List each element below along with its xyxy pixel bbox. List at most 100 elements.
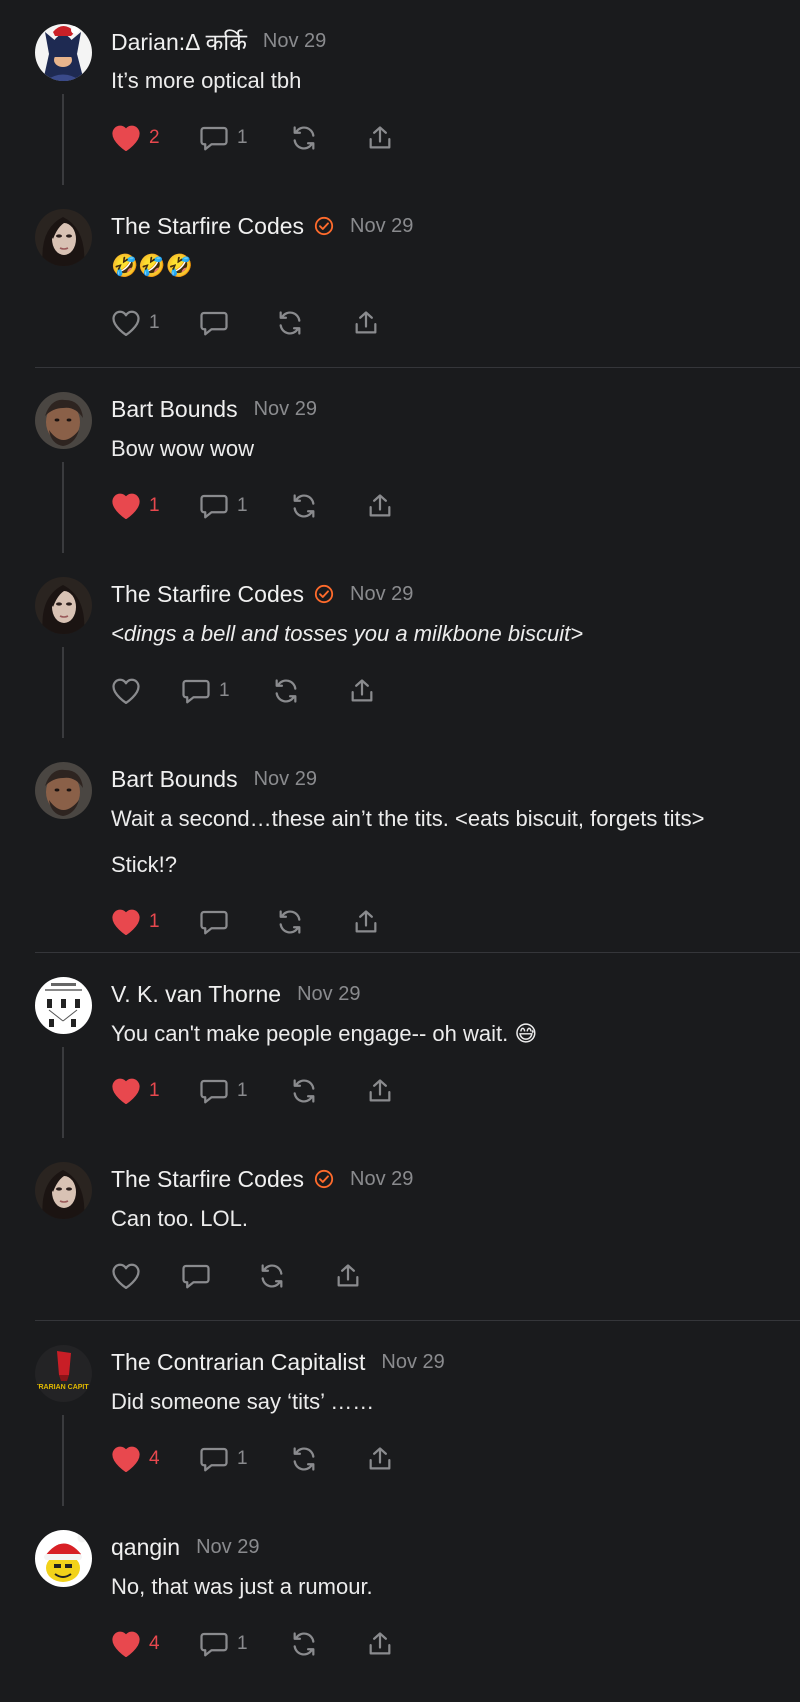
comment-text: Can too. LOL.: [111, 1206, 248, 1231]
restack-button[interactable]: [289, 1077, 365, 1105]
heart-icon: [111, 1630, 141, 1658]
reply-button[interactable]: [199, 908, 275, 936]
like-button[interactable]: [111, 677, 181, 705]
like-button[interactable]: 4: [111, 1445, 199, 1473]
comment-header: V. K. van Thorne Nov 29: [111, 953, 784, 1011]
share-button[interactable]: [351, 309, 381, 337]
share-button[interactable]: [347, 677, 377, 705]
reply-button[interactable]: [199, 309, 275, 337]
verified-badge-icon: [304, 216, 334, 236]
restack-button[interactable]: [257, 1262, 333, 1290]
comment-bubble-icon: [199, 124, 229, 152]
comment: Darian:Δ कर्कि Nov 29 It’s more optical tb…: [0, 0, 800, 185]
like-count: 4: [149, 1448, 160, 1469]
share-button[interactable]: [351, 908, 381, 936]
comment-bubble-icon: [199, 492, 229, 520]
heart-icon: [111, 124, 141, 152]
restack-button[interactable]: [271, 677, 347, 705]
restack-button[interactable]: [289, 492, 365, 520]
contrarian-capitalist-logo-avatar[interactable]: CONTRARIAN CAPITALIST: [35, 1345, 92, 1402]
share-button[interactable]: [365, 492, 395, 520]
comment-date[interactable]: Nov 29: [381, 1351, 444, 1374]
like-button[interactable]: 1: [111, 492, 199, 520]
like-button[interactable]: 4: [111, 1630, 199, 1658]
diagram-avatar[interactable]: [35, 977, 92, 1034]
author-name[interactable]: The Starfire Codes: [111, 213, 304, 240]
author-name[interactable]: V. K. van Thorne: [111, 981, 281, 1008]
comment-text: <dings a bell and tosses you a milkbone …: [111, 621, 584, 646]
like-button[interactable]: 1: [111, 908, 199, 936]
comment-date[interactable]: Nov 29: [350, 215, 413, 238]
comment-bubble-icon: [199, 908, 229, 936]
share-button[interactable]: [365, 1445, 395, 1473]
restack-icon: [289, 124, 319, 152]
restack-button[interactable]: [289, 1630, 365, 1658]
reply-button[interactable]: 1: [199, 492, 289, 520]
caveman-avatar[interactable]: [35, 762, 92, 819]
avatar-logo-text: CONTRARIAN CAPITALIST: [35, 1384, 92, 1391]
reply-button[interactable]: [181, 1262, 257, 1290]
share-button[interactable]: [365, 124, 395, 152]
reply-button[interactable]: 1: [199, 1630, 289, 1658]
santa-hat-face-avatar[interactable]: [35, 1530, 92, 1587]
batman-avatar[interactable]: [35, 24, 92, 81]
reply-button[interactable]: 1: [199, 1445, 289, 1473]
comment-date[interactable]: Nov 29: [350, 583, 413, 606]
heart-icon: [111, 1445, 141, 1473]
restack-button[interactable]: [289, 124, 365, 152]
heart-icon: [111, 908, 141, 936]
comment-text: Did someone say ‘tits’ ……: [111, 1389, 375, 1414]
restack-button[interactable]: [289, 1445, 365, 1473]
like-count: 2: [149, 127, 160, 148]
thread-line: [62, 94, 64, 185]
share-icon: [347, 677, 377, 705]
author-name[interactable]: qangin: [111, 1534, 180, 1561]
woman-portrait-avatar[interactable]: [35, 209, 92, 266]
like-count: 1: [149, 911, 160, 932]
author-name[interactable]: The Contrarian Capitalist: [111, 1349, 365, 1376]
comment: V. K. van Thorne Nov 29 You can't make peo…: [0, 953, 800, 1138]
woman-portrait-avatar[interactable]: [35, 1162, 92, 1219]
author-name[interactable]: The Starfire Codes: [111, 1166, 304, 1193]
like-count: 1: [149, 1080, 160, 1101]
reply-count: 1: [237, 1080, 248, 1101]
caveman-avatar[interactable]: [35, 392, 92, 449]
author-name[interactable]: Bart Bounds: [111, 396, 238, 423]
comment-text: It’s more optical tbh: [111, 68, 302, 93]
like-button[interactable]: 1: [111, 309, 199, 337]
thread-line: [62, 462, 64, 553]
share-button[interactable]: [333, 1262, 363, 1290]
author-name[interactable]: Bart Bounds: [111, 766, 238, 793]
woman-portrait-avatar[interactable]: [35, 577, 92, 634]
comment-actions: [111, 1256, 784, 1296]
comment-date[interactable]: Nov 29: [297, 983, 360, 1006]
comment-actions: 41: [111, 1624, 784, 1664]
heart-icon: [111, 1077, 141, 1105]
reply-button[interactable]: 1: [181, 677, 271, 705]
share-icon: [351, 908, 381, 936]
share-button[interactable]: [365, 1077, 395, 1105]
restack-button[interactable]: [275, 908, 351, 936]
comment-date[interactable]: Nov 29: [254, 768, 317, 791]
like-button[interactable]: 1: [111, 1077, 199, 1105]
restack-button[interactable]: [275, 309, 351, 337]
comment-date[interactable]: Nov 29: [196, 1536, 259, 1559]
comment-date[interactable]: Nov 29: [263, 30, 326, 53]
author-name[interactable]: Darian:Δ कर्कि: [111, 25, 247, 57]
author-name[interactable]: The Starfire Codes: [111, 581, 304, 608]
share-icon: [365, 492, 395, 520]
comment-date[interactable]: Nov 29: [350, 1168, 413, 1191]
comment-date[interactable]: Nov 29: [254, 398, 317, 421]
comment-header: Bart Bounds Nov 29: [111, 368, 784, 426]
thread-line: [62, 1047, 64, 1138]
share-icon: [351, 309, 381, 337]
restack-icon: [289, 1445, 319, 1473]
reply-button[interactable]: 1: [199, 124, 289, 152]
comment-header: The Starfire Codes Nov 29: [111, 185, 784, 243]
like-button[interactable]: [111, 1262, 181, 1290]
heart-icon: [111, 677, 141, 705]
reply-count: 1: [219, 680, 230, 701]
reply-button[interactable]: 1: [199, 1077, 289, 1105]
share-button[interactable]: [365, 1630, 395, 1658]
like-button[interactable]: 2: [111, 124, 199, 152]
